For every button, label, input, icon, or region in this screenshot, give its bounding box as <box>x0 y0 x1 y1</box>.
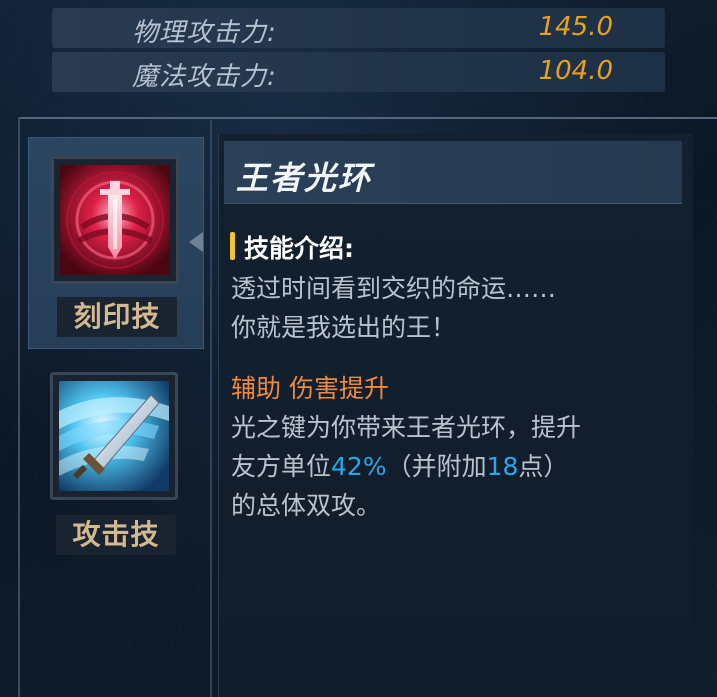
skill-title: 王者光环 <box>236 159 373 197</box>
section-heading: 技能介绍: <box>244 234 354 263</box>
stat-row-physical-attack: 物理攻击力: 145.0 <box>52 8 665 48</box>
percent-value: 42% <box>331 452 387 481</box>
intro-line: 你就是我选出的王！ <box>231 313 457 342</box>
stat-value: 145.0 <box>538 12 613 42</box>
crimson-sword-emblem-icon <box>60 165 170 275</box>
description-line: 光之键为你带来王者光环，提升 <box>231 413 582 442</box>
stat-row-magic-attack: 魔法攻击力: 104.0 <box>52 52 665 92</box>
section-divider <box>20 117 717 119</box>
description-text: 友方单位 <box>231 452 332 481</box>
stat-label: 物理攻击力: <box>132 18 277 48</box>
tab-label: 刻印技 <box>57 297 177 337</box>
description-line: 友方单位42%（并附加18点） <box>231 447 568 483</box>
description-text: 点） <box>518 452 569 481</box>
description-text: （并附加 <box>386 452 487 481</box>
buff-heading: 辅助 伤害提升 <box>231 374 389 403</box>
skill-tab-attack[interactable]: 攻击技 <box>28 352 204 564</box>
tab-label: 攻击技 <box>56 515 176 555</box>
skill-tab-imprint[interactable]: 刻印技 <box>28 137 204 349</box>
intro-line: 透过时间看到交织的命运…… <box>231 274 557 303</box>
section-marker-icon <box>230 232 235 260</box>
stat-label: 魔法攻击力: <box>132 62 277 92</box>
skill-title-bar: 王者光环 <box>224 141 682 204</box>
skill-icon-frame <box>51 156 179 284</box>
description-line: 的总体双攻。 <box>231 491 382 520</box>
points-value: 18 <box>486 452 519 481</box>
stat-value: 104.0 <box>538 56 613 86</box>
panel-left-border <box>18 117 20 697</box>
selected-tab-pointer-icon <box>189 232 203 252</box>
skill-icon-frame <box>50 372 178 500</box>
ice-slash-sword-icon <box>59 381 169 491</box>
